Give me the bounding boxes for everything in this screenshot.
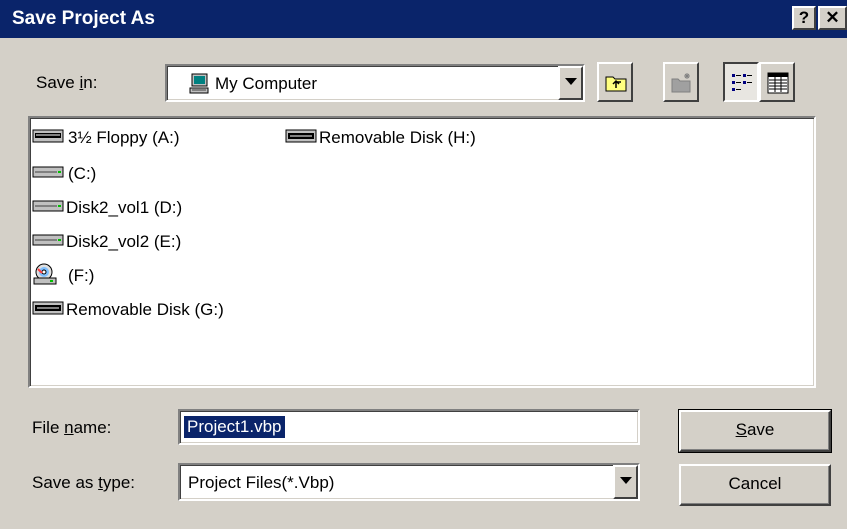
dialog-title: Save Project As [12, 8, 155, 29]
floppy-drive-icon [32, 129, 64, 143]
removable-drive-icon [285, 129, 317, 143]
save-in-label: Save in: [36, 73, 98, 92]
up-one-level-icon [605, 76, 627, 92]
hard-drive-icon [32, 166, 64, 178]
help-button[interactable]: ? [792, 6, 816, 30]
create-new-folder-icon [671, 73, 691, 93]
save-in-combo[interactable]: My Computer [165, 64, 585, 102]
save-as-type-label: Save as type: [32, 473, 136, 492]
chevron-down-icon [565, 78, 577, 85]
hard-drive-icon [32, 200, 64, 212]
save-as-type-value: Project Files(*.Vbp) [188, 473, 335, 492]
file-name-value[interactable]: Project1.vbp [183, 415, 286, 439]
save-project-dialog: Save Project As ? ✕ Save in: My Computer [0, 0, 847, 529]
details-view-button[interactable] [759, 62, 795, 102]
save-as-type-select[interactable]: Project Files(*.Vbp) [178, 463, 640, 501]
list-view-icon [732, 74, 752, 91]
save-button[interactable]: Save [678, 409, 832, 453]
create-new-folder-button[interactable] [663, 62, 699, 102]
up-one-level-button[interactable] [597, 62, 633, 102]
file-list[interactable]: 3½ Floppy (A:) (C:) Disk2_vol1 (D:) Disk… [28, 116, 816, 388]
title-bar[interactable]: Save Project As ? ✕ [0, 0, 847, 38]
save-in-dropdown-button[interactable] [558, 66, 583, 100]
cancel-button[interactable]: Cancel [679, 464, 831, 506]
file-name-field[interactable]: Project1.vbp [178, 409, 640, 445]
help-icon: ? [798, 8, 810, 27]
hard-drive-icon [32, 234, 64, 246]
close-icon: ✕ [825, 8, 840, 27]
close-button[interactable]: ✕ [818, 6, 847, 30]
list-view-button[interactable] [723, 62, 759, 102]
save-in-value: My Computer [215, 74, 318, 93]
details-view-icon [767, 72, 789, 94]
cd-drive-icon [33, 263, 57, 285]
chevron-down-icon [620, 477, 632, 484]
removable-drive-icon [32, 301, 64, 315]
file-name-label: File name: [32, 418, 112, 437]
save-as-type-dropdown-button[interactable] [613, 465, 638, 499]
my-computer-icon [189, 73, 209, 94]
